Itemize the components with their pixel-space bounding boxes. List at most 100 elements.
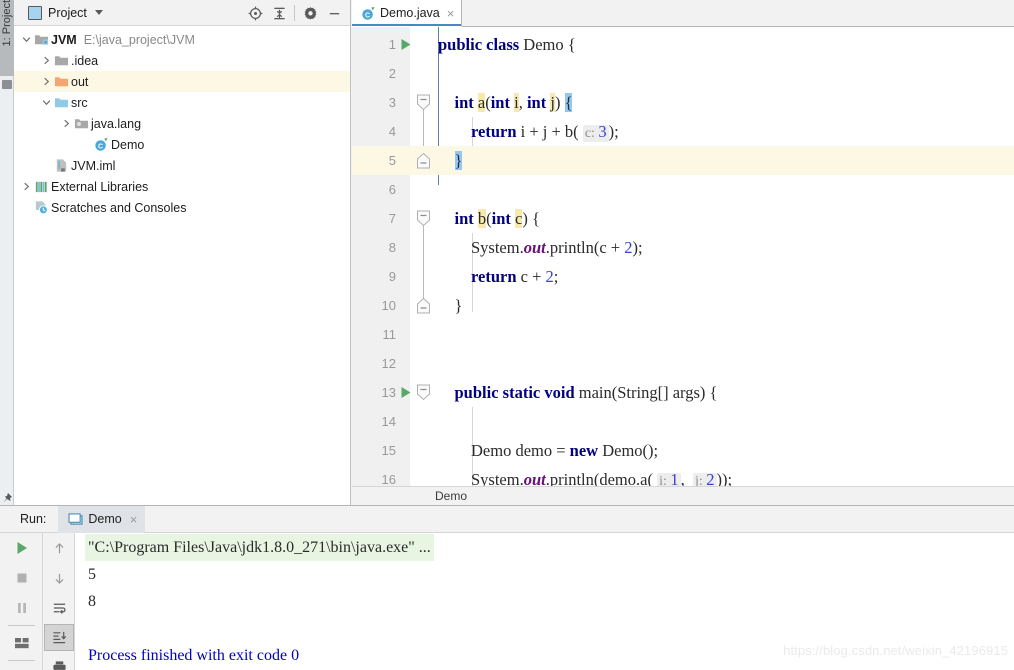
tree-item-label: External Libraries bbox=[51, 179, 149, 194]
console-line: "C:\Program Files\Java\jdk1.8.0_271\bin\… bbox=[85, 534, 434, 561]
line-number: 16 bbox=[381, 472, 396, 486]
folder-gray-icon bbox=[53, 50, 70, 71]
scroll-up-icon[interactable] bbox=[43, 533, 75, 563]
fold-expand-icon[interactable] bbox=[414, 88, 432, 117]
chevron-right-icon[interactable] bbox=[40, 71, 53, 92]
line-number: 8 bbox=[388, 240, 396, 255]
close-icon[interactable]: × bbox=[130, 513, 138, 526]
stop-icon[interactable] bbox=[0, 563, 43, 593]
chevron-down-icon[interactable] bbox=[94, 10, 103, 15]
editor-tab-demo-java[interactable]: C Demo.java × bbox=[352, 0, 463, 27]
code-line[interactable]: 1 public class Demo { bbox=[352, 30, 1014, 59]
chevron-right-icon[interactable] bbox=[20, 176, 33, 197]
toolbar-divider bbox=[7, 660, 35, 661]
tree-no-arrow bbox=[80, 134, 93, 155]
run-gutter-icon[interactable] bbox=[399, 30, 413, 59]
code-line[interactable]: 13 public static void main(String[] args… bbox=[352, 378, 1014, 407]
locate-target-icon[interactable] bbox=[243, 0, 267, 26]
gear-icon[interactable] bbox=[298, 0, 322, 26]
console-line: Process finished with exit code 0 bbox=[88, 647, 300, 664]
line-number: 10 bbox=[381, 298, 396, 313]
code-line[interactable]: 12 bbox=[352, 349, 1014, 378]
scroll-down-icon[interactable] bbox=[43, 563, 75, 593]
console-line: 5 bbox=[88, 566, 96, 583]
tree-item-src[interactable]: src bbox=[14, 92, 350, 113]
tree-item-label: JVM bbox=[51, 32, 77, 47]
breadcrumb[interactable]: Demo bbox=[352, 486, 1014, 505]
java-class-icon: C bbox=[361, 6, 376, 21]
tree-item-jvm[interactable]: JVM E:\java_project\JVM bbox=[14, 29, 350, 50]
scroll-to-end-icon[interactable] bbox=[44, 624, 74, 651]
tree-item-label: JVM.iml bbox=[71, 158, 116, 173]
run-gutter-icon[interactable] bbox=[399, 378, 413, 407]
code-line[interactable]: 6 bbox=[352, 175, 1014, 204]
line-number: 4 bbox=[388, 124, 396, 139]
tree-item-scratches-and-consoles[interactable]: Scratches and Consoles bbox=[14, 197, 350, 218]
toolwindow-tab-project[interactable]: 1: Project bbox=[0, 0, 14, 76]
pause-icon[interactable] bbox=[0, 593, 43, 623]
tree-item-label: Demo bbox=[111, 137, 145, 152]
code-text: System.out.println(c + 2); bbox=[438, 238, 643, 257]
project-panel-title: Project bbox=[48, 5, 87, 20]
run-tab-demo[interactable]: Demo × bbox=[58, 505, 146, 533]
tree-item-label: Scratches and Consoles bbox=[51, 200, 187, 215]
code-editor[interactable]: 1 public class Demo {2 3 int a(int i, int … bbox=[352, 27, 1014, 486]
line-number: 6 bbox=[388, 182, 396, 197]
console-output[interactable]: "C:\Program Files\Java\jdk1.8.0_271\bin\… bbox=[76, 533, 1014, 670]
svg-text:C: C bbox=[365, 12, 370, 19]
chevron-down-icon[interactable] bbox=[40, 92, 53, 113]
run-toolbar-right bbox=[43, 533, 75, 670]
code-line[interactable]: 16 System.out.println(demo.a( i: 1, j: 2… bbox=[352, 465, 1014, 486]
run-config-icon bbox=[68, 512, 83, 526]
tree-item-external-libraries[interactable]: External Libraries bbox=[14, 176, 350, 197]
pin-icon[interactable] bbox=[1, 491, 13, 503]
rerun-icon[interactable] bbox=[0, 533, 43, 563]
minimize-icon[interactable] bbox=[322, 0, 346, 26]
project-panel-header: Project bbox=[14, 0, 350, 26]
folder-blue-icon bbox=[53, 92, 70, 113]
chevron-right-icon[interactable] bbox=[60, 113, 73, 134]
tree-item-label: java.lang bbox=[91, 116, 142, 131]
code-text: System.out.println(demo.a( i: 1, j: 2)); bbox=[438, 465, 732, 486]
breadcrumb-label: Demo bbox=[435, 489, 468, 503]
package-icon bbox=[73, 113, 90, 134]
layout-icon[interactable] bbox=[0, 628, 43, 658]
tree-item-out[interactable]: out bbox=[14, 71, 350, 92]
code-line[interactable]: 3 int a(int i, int j) { bbox=[352, 88, 1014, 117]
code-line[interactable]: 14 bbox=[352, 407, 1014, 436]
code-line[interactable]: 15 Demo demo = new Demo(); bbox=[352, 436, 1014, 465]
tree-item-jvm-iml[interactable]: JVM.iml bbox=[14, 155, 350, 176]
chevron-right-icon[interactable] bbox=[40, 50, 53, 71]
code-text: int a(int i, int j) { bbox=[454, 93, 573, 112]
code-line[interactable]: 9 return c + 2; bbox=[352, 262, 1014, 291]
parameter-hint: c: 3 bbox=[582, 122, 609, 142]
collapse-all-icon[interactable] bbox=[267, 0, 291, 26]
tree-item-path: E:\java_project\JVM bbox=[83, 32, 195, 47]
project-tree[interactable]: JVM E:\java_project\JVM .idea out src java.la… bbox=[14, 27, 350, 505]
code-line[interactable]: 5 } bbox=[352, 146, 1014, 175]
pin-icon[interactable] bbox=[0, 663, 43, 670]
chevron-down-icon[interactable] bbox=[20, 29, 33, 50]
tree-item-idea[interactable]: .idea bbox=[14, 50, 350, 71]
code-line[interactable]: 11 bbox=[352, 320, 1014, 349]
code-text: Demo demo = new Demo(); bbox=[438, 441, 659, 460]
editor-tabbar: C Demo.java × bbox=[352, 0, 1014, 27]
fold-expand-icon[interactable] bbox=[414, 204, 432, 233]
fold-expand-icon[interactable] bbox=[414, 378, 432, 407]
structure-icon[interactable] bbox=[2, 80, 12, 89]
code-line[interactable]: 8 System.out.println(c + 2); bbox=[352, 233, 1014, 262]
code-line[interactable]: 10 } bbox=[352, 291, 1014, 320]
line-number: 11 bbox=[382, 327, 397, 342]
tree-item-demo[interactable]: C Demo bbox=[14, 134, 350, 155]
code-line[interactable]: 2 bbox=[352, 59, 1014, 88]
soft-wrap-icon[interactable] bbox=[43, 593, 75, 623]
code-line[interactable]: 4 return i + j + b( c: 3); bbox=[352, 117, 1014, 146]
line-number: 14 bbox=[381, 414, 396, 429]
tree-item-java-lang[interactable]: java.lang bbox=[14, 113, 350, 134]
code-line[interactable]: 7 int b(int c) { bbox=[352, 204, 1014, 233]
print-icon[interactable] bbox=[43, 652, 75, 670]
editor-tab-label: Demo.java bbox=[380, 6, 440, 20]
fold-collapse-icon[interactable] bbox=[414, 291, 432, 320]
close-icon[interactable]: × bbox=[447, 7, 455, 20]
fold-collapse-icon[interactable] bbox=[414, 146, 432, 175]
